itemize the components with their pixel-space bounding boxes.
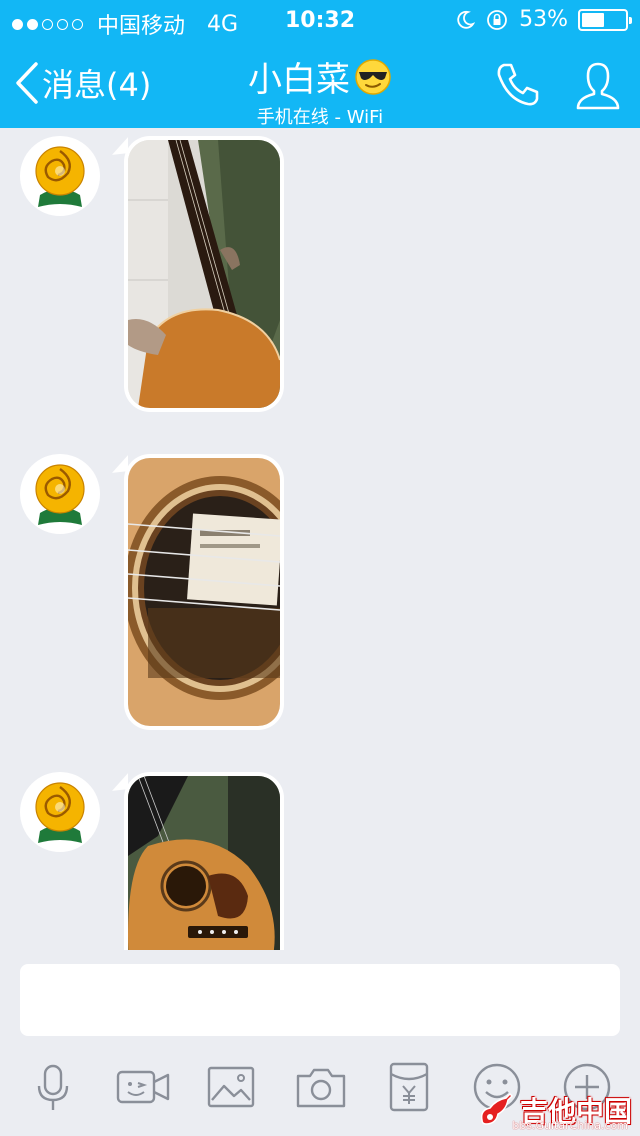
sunflower-icon xyxy=(35,146,85,207)
sunflower-avatar[interactable] xyxy=(20,454,100,534)
image-message-bubble[interactable] xyxy=(124,454,284,730)
status-bar: 中国移动 4G 10:32 53% xyxy=(0,0,640,40)
contact-status: 手机在线 - WiFi xyxy=(256,107,384,128)
battery-fill xyxy=(582,12,605,27)
guitar-neck-photo[interactable] xyxy=(128,140,280,408)
message-input[interactable] xyxy=(20,964,620,1036)
image-message-bubble[interactable] xyxy=(124,136,284,412)
person-icon[interactable] xyxy=(574,60,622,112)
status-right: 53% xyxy=(455,7,632,32)
red-packet-icon[interactable] xyxy=(382,1060,436,1114)
message-item xyxy=(20,128,320,428)
message-item xyxy=(20,446,320,746)
conversation-title[interactable]: 小白菜 手机在线 - WiFi xyxy=(0,52,640,129)
watermark-url: bbs.GuitarChina.com xyxy=(512,1119,628,1132)
chat-toolbar: 吉他中国 bbs.GuitarChina.com xyxy=(0,1050,640,1136)
battery-icon xyxy=(578,8,632,31)
message-item xyxy=(20,764,320,950)
image-message-bubble[interactable] xyxy=(124,772,284,950)
sunflower-icon xyxy=(35,464,85,525)
sunflower-avatar[interactable] xyxy=(20,772,100,852)
guitar-soundhole-photo[interactable] xyxy=(128,458,280,726)
nav-bar: 消息(4) 小白菜 手机在线 - WiFi xyxy=(0,40,640,128)
watermark: 吉他中国 bbs.GuitarChina.com xyxy=(476,1090,632,1132)
battery-percent: 53% xyxy=(519,7,568,32)
image-icon[interactable] xyxy=(204,1060,258,1114)
sunflower-icon xyxy=(35,782,85,843)
video-call-icon[interactable] xyxy=(116,1060,170,1114)
rotation-lock-icon xyxy=(487,9,507,30)
microphone-icon[interactable] xyxy=(26,1060,80,1114)
header: 中国移动 4G 10:32 53% 消息(4) 小白菜 手机在线 - WiFi xyxy=(0,0,640,128)
chat-area[interactable] xyxy=(0,128,640,950)
sunflower-avatar[interactable] xyxy=(20,136,100,216)
guitar-logo-icon xyxy=(480,1092,514,1125)
camera-icon[interactable] xyxy=(294,1060,348,1114)
moon-icon xyxy=(457,10,476,29)
cool-sunglasses-emoji xyxy=(355,58,391,95)
guitar-body-photo[interactable] xyxy=(128,776,280,950)
contact-name: 小白菜 xyxy=(248,60,350,100)
phone-icon[interactable] xyxy=(494,60,542,108)
